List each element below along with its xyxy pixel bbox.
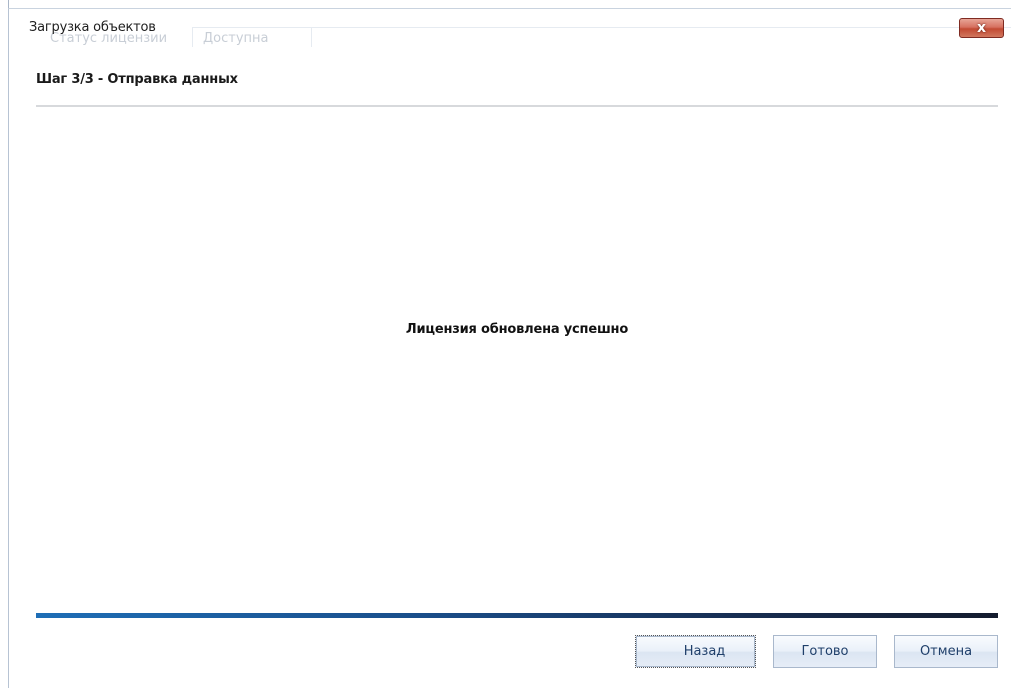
- done-button[interactable]: Готово: [773, 635, 877, 668]
- back-button[interactable]: Назад: [635, 635, 756, 668]
- header-divider: [36, 105, 998, 107]
- cancel-button[interactable]: Отмена: [894, 635, 998, 668]
- progress-bar: [36, 613, 998, 618]
- close-button[interactable]: x: [959, 18, 1004, 38]
- dialog-window: Статус лицензии Доступна Загрузка объект…: [8, 8, 1011, 688]
- close-icon: x: [976, 20, 987, 36]
- background-tab-strip: [192, 27, 1011, 48]
- status-message: Лицензия обновлена успешно: [405, 322, 629, 337]
- screen-edge: [0, 0, 8, 688]
- title-bar[interactable]: Статус лицензии Доступна Загрузка объект…: [9, 9, 1011, 47]
- window-title: Загрузка объектов: [29, 20, 156, 35]
- background-tab-available: Доступна: [192, 27, 312, 47]
- step-title: Шаг 3/3 - Отправка данных: [36, 72, 238, 87]
